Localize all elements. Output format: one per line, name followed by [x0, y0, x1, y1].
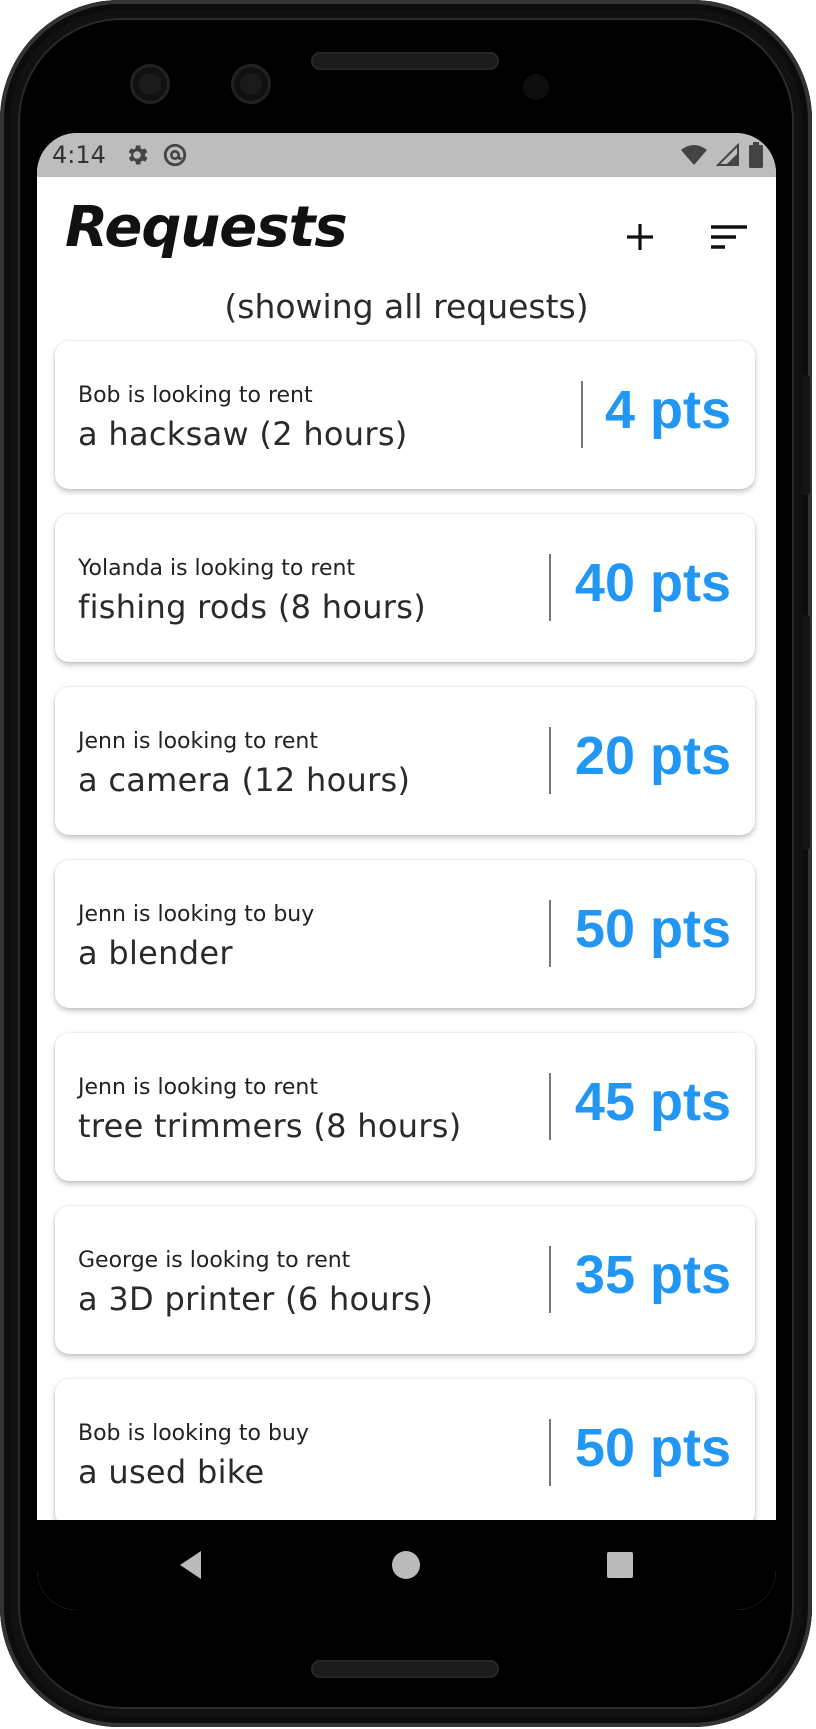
request-points: 4 pts	[604, 380, 731, 440]
front-camera	[130, 64, 170, 104]
request-requester: Jenn is looking to rent	[78, 1075, 319, 1100]
request-item: a blender	[78, 934, 233, 972]
card-divider	[549, 727, 551, 794]
request-item: tree trimmers (8 hours)	[78, 1107, 462, 1145]
card-divider	[549, 900, 551, 967]
volume-button	[802, 615, 810, 850]
home-button[interactable]	[389, 1548, 423, 1582]
back-triangle-icon	[180, 1551, 201, 1579]
request-card[interactable]: Jenn is looking to rent a camera (12 hou…	[55, 687, 755, 835]
card-divider	[549, 554, 551, 621]
recents-button[interactable]	[603, 1548, 637, 1582]
battery-icon	[748, 142, 764, 168]
request-requester: George is looking to rent	[78, 1248, 351, 1273]
request-item: a 3D printer (6 hours)	[78, 1280, 434, 1318]
wifi-icon	[680, 143, 708, 167]
request-points: 50 pts	[574, 899, 731, 959]
app-screen: 4:14 Requests (showing all requests) Bob…	[37, 133, 776, 1610]
request-points: 50 pts	[574, 1418, 731, 1478]
bottom-speaker	[311, 1660, 499, 1678]
card-divider	[549, 1073, 551, 1140]
earpiece-speaker	[311, 52, 499, 70]
request-requester: Bob is looking to rent	[78, 383, 313, 408]
request-points: 20 pts	[574, 726, 731, 786]
status-time: 4:14	[52, 141, 106, 169]
request-requester: Yolanda is looking to rent	[78, 556, 356, 581]
request-item: fishing rods (8 hours)	[78, 588, 427, 626]
request-card[interactable]: Bob is looking to rent a hacksaw (2 hour…	[55, 341, 755, 489]
request-item: a used bike	[78, 1453, 265, 1491]
page-title: Requests	[65, 195, 348, 260]
request-item: a hacksaw (2 hours)	[78, 415, 408, 453]
request-card[interactable]: Jenn is looking to buy a blender 50 pts	[55, 860, 755, 1008]
request-points: 45 pts	[574, 1072, 731, 1132]
request-card[interactable]: Bob is looking to buy a used bike 50 pts	[55, 1379, 755, 1527]
status-bar: 4:14	[37, 133, 776, 177]
power-button	[802, 375, 810, 495]
request-requester: Jenn is looking to buy	[78, 902, 315, 927]
request-card[interactable]: Jenn is looking to rent tree trimmers (8…	[55, 1033, 755, 1181]
request-card[interactable]: George is looking to rent a 3D printer (…	[55, 1206, 755, 1354]
filter-subtitle: (showing all requests)	[224, 287, 589, 326]
request-points: 40 pts	[574, 553, 731, 613]
sort-button[interactable]	[704, 212, 754, 262]
settings-gear-icon	[124, 142, 150, 168]
card-divider	[581, 381, 583, 448]
recents-square-icon	[607, 1552, 633, 1578]
card-divider	[549, 1419, 551, 1486]
at-sign-icon	[162, 142, 188, 168]
add-request-button[interactable]	[615, 212, 665, 262]
navigation-bar	[37, 1520, 776, 1610]
request-item: a camera (12 hours)	[78, 761, 411, 799]
cell-signal-icon	[716, 143, 740, 167]
front-camera-secondary	[231, 64, 271, 104]
request-requester: Jenn is looking to rent	[78, 729, 319, 754]
card-divider	[549, 1246, 551, 1313]
request-points: 35 pts	[574, 1245, 731, 1305]
request-requester: Bob is looking to buy	[78, 1421, 309, 1446]
proximity-sensor	[523, 74, 549, 100]
request-card[interactable]: Yolanda is looking to rent fishing rods …	[55, 514, 755, 662]
back-button[interactable]	[175, 1548, 209, 1582]
home-circle-icon	[392, 1551, 420, 1579]
plus-icon	[627, 224, 653, 250]
sort-icon	[711, 225, 747, 249]
